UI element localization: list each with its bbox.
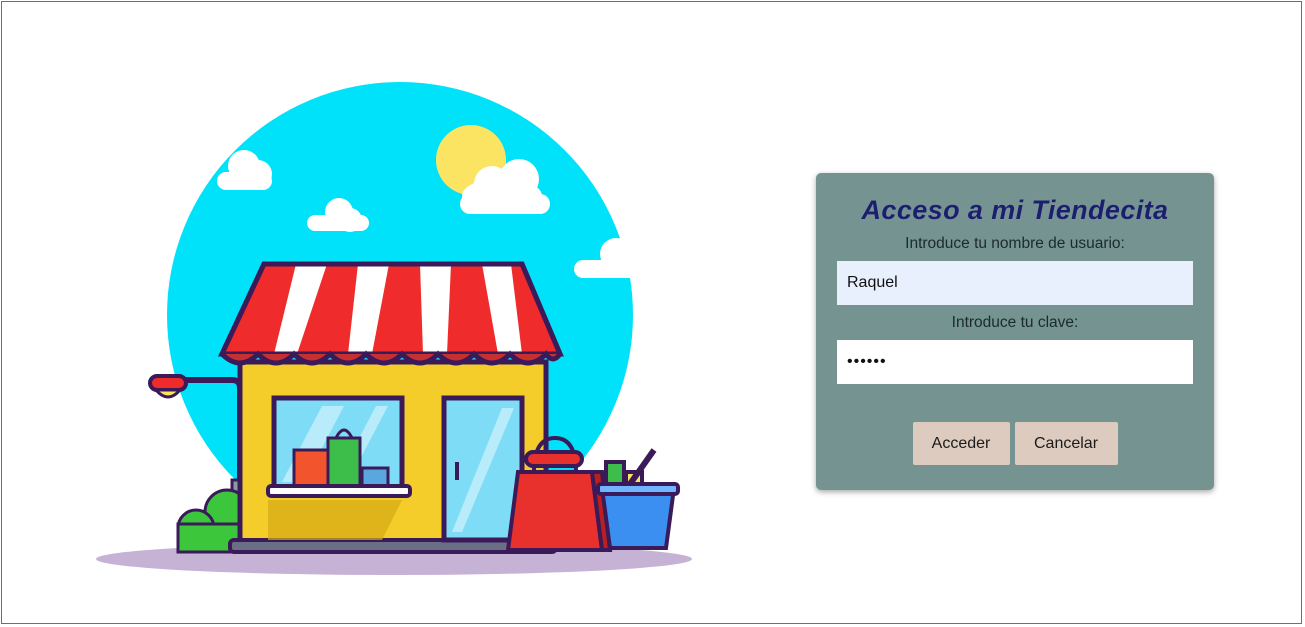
shop-illustration (82, 72, 702, 592)
password-label: Introduce tu clave: (951, 314, 1079, 331)
shop-building (228, 359, 558, 554)
username-label: Introduce tu nombre de usuario: (905, 235, 1125, 252)
cancel-button[interactable]: Cancelar (1014, 422, 1118, 465)
shop-awning (218, 261, 564, 366)
login-button-row: Acceder Cancelar (816, 422, 1214, 465)
password-input[interactable] (837, 340, 1193, 384)
shop-illustration-svg (96, 82, 692, 575)
shopping-basket (596, 448, 680, 550)
page-frame: Acceso a mi Tiendecita Introduce tu nomb… (1, 1, 1302, 624)
accept-button[interactable]: Acceder (912, 422, 1010, 465)
login-panel: Acceso a mi Tiendecita Introduce tu nomb… (816, 173, 1214, 490)
login-title: Acceso a mi Tiendecita (861, 195, 1169, 225)
username-input[interactable] (837, 261, 1193, 305)
